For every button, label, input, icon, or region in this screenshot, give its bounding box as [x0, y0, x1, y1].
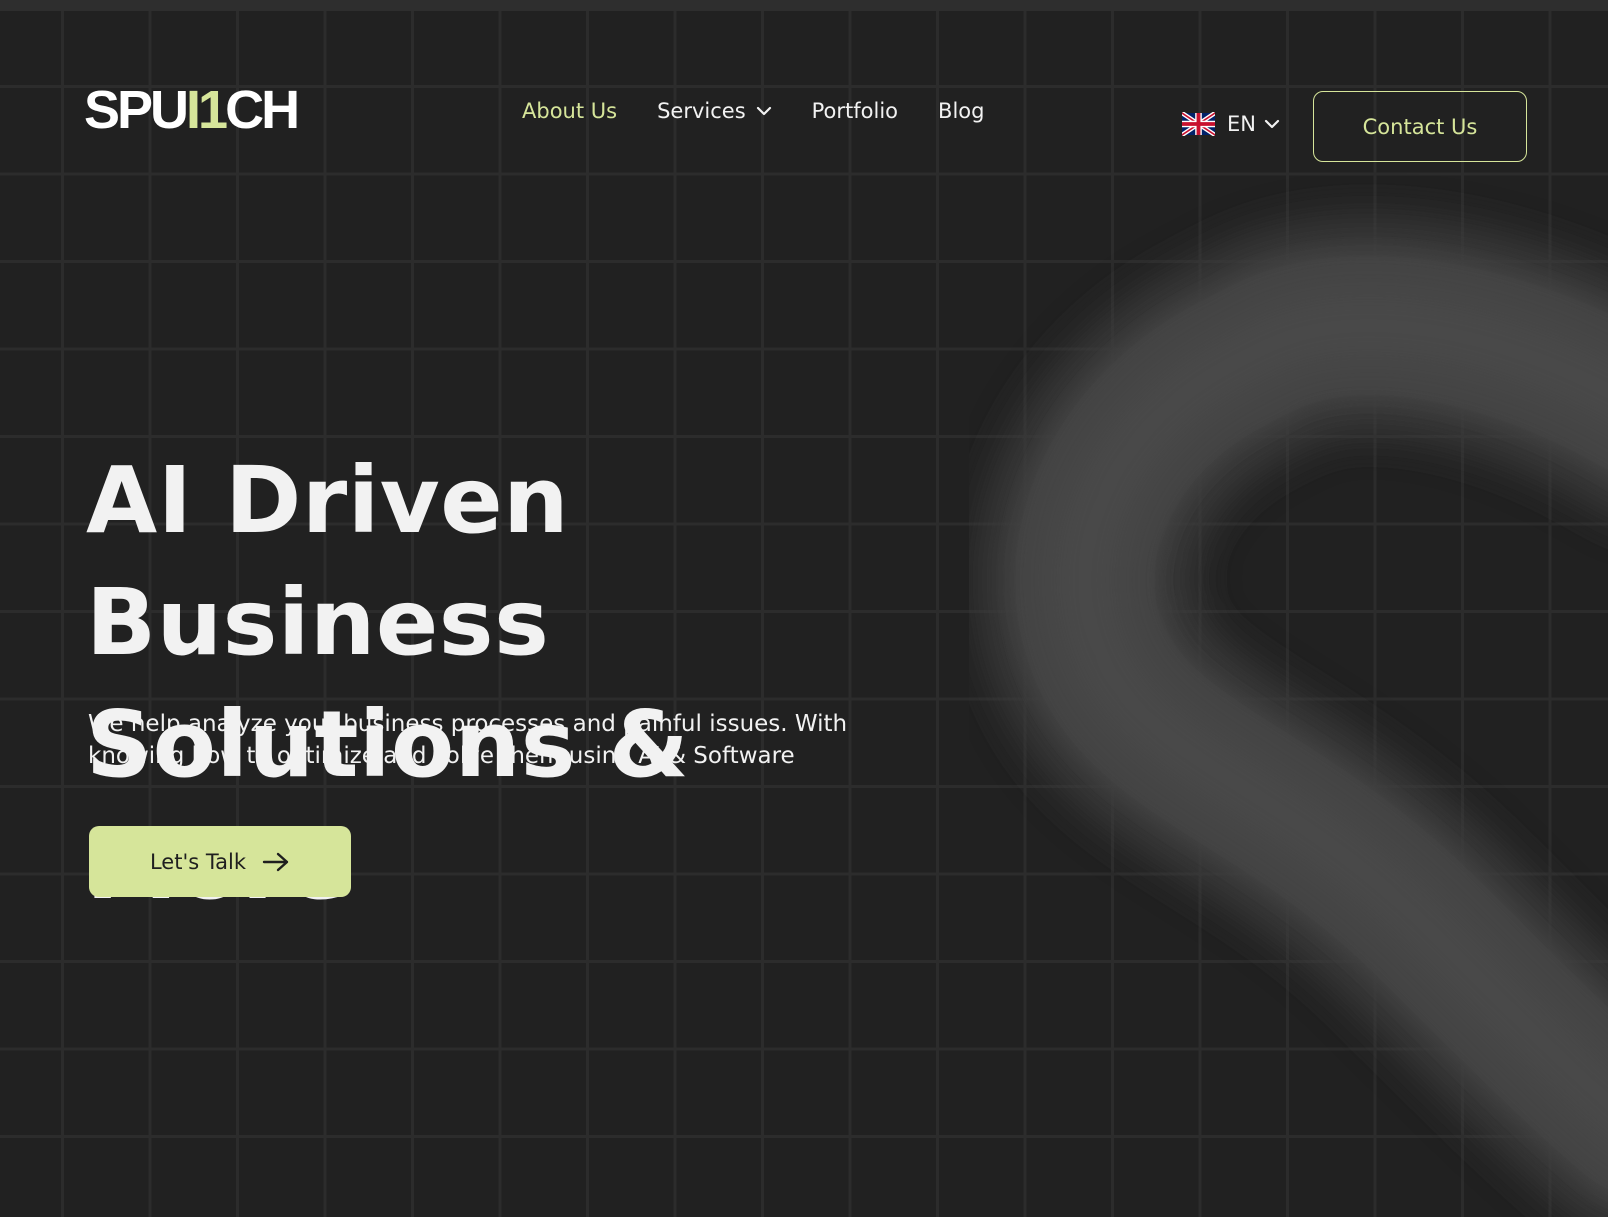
language-selector[interactable]: EN [1182, 112, 1280, 136]
main-nav: About Us Services Portfolio Blog [522, 99, 1024, 123]
logo-text-left: SPU [84, 80, 189, 140]
nav-services-label: Services [657, 99, 746, 123]
chevron-down-icon [756, 106, 771, 116]
hero-subtext: We help analyze your business processes … [88, 711, 848, 769]
logo-text-right: CH [225, 80, 300, 140]
nav-services[interactable]: Services [657, 99, 772, 123]
nav-about-us-label: About Us [522, 99, 618, 123]
contact-us-button[interactable]: Contact Us [1313, 91, 1527, 162]
lets-talk-button[interactable]: Let's Talk [89, 826, 351, 897]
lets-talk-label: Let's Talk [149, 849, 247, 874]
browser-top-strip [0, 0, 1608, 11]
logo-text-accent: I1 [186, 80, 228, 140]
nav-blog[interactable]: Blog [938, 99, 984, 123]
nav-portfolio-label: Portfolio [811, 99, 899, 123]
arrow-right-icon [262, 852, 289, 871]
nav-about-us[interactable]: About Us [522, 99, 617, 123]
language-code: EN [1227, 112, 1256, 136]
hero-headline-line1: AI Driven Business [86, 447, 570, 676]
nav-blog-label: Blog [938, 99, 985, 123]
nav-portfolio[interactable]: Portfolio [812, 99, 898, 123]
uk-flag-icon [1182, 112, 1215, 136]
chevron-down-icon [1264, 119, 1280, 129]
brand-logo[interactable]: SPUI1CH [84, 83, 300, 137]
